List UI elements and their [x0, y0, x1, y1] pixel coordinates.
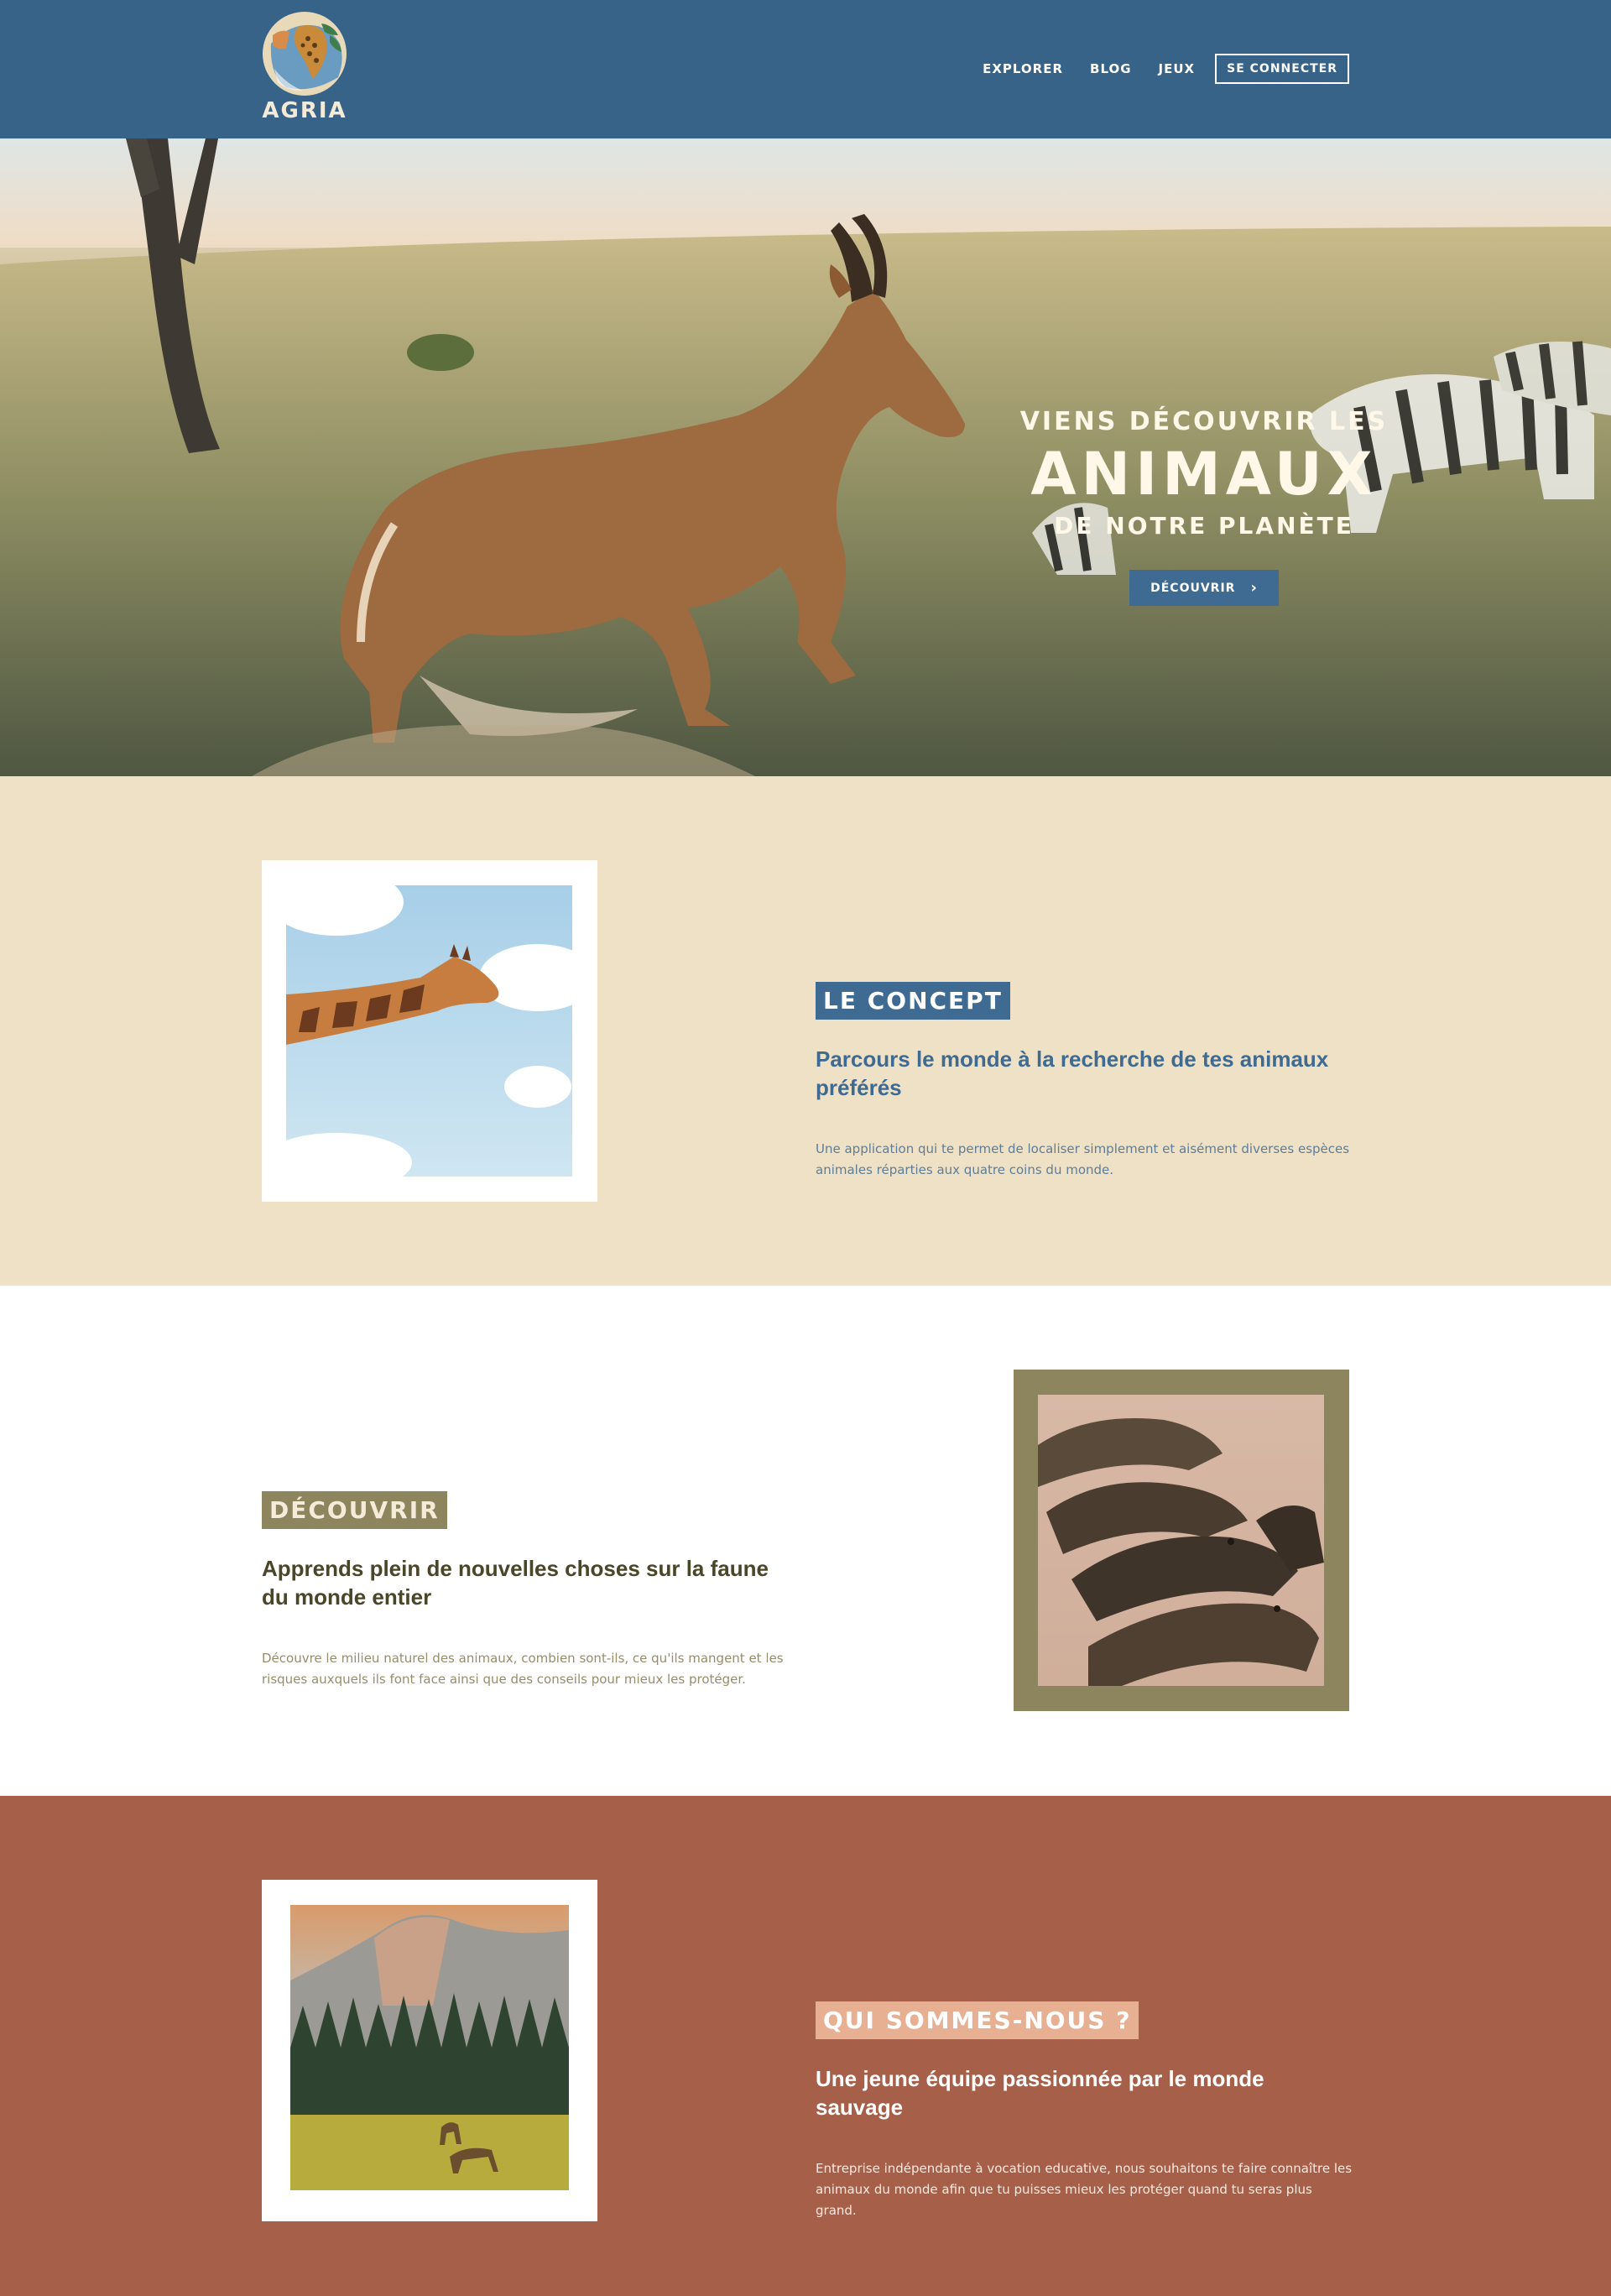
nav-jeux[interactable]: Jeux [1159, 61, 1196, 76]
chevron-right-icon: › [1250, 579, 1258, 597]
login-button[interactable]: Se connecter [1215, 54, 1349, 84]
concept-text-body: Une application qui te permet de localis… [816, 1141, 1350, 1177]
concept-tag: Le concept [816, 982, 1010, 1020]
discover-text: Découvrir Apprends plein de nouvelles ch… [262, 1491, 799, 1690]
discover-section: Découvrir Apprends plein de nouvelles ch… [0, 1286, 1611, 1796]
hero-discover-button[interactable]: Découvrir › [1129, 570, 1279, 606]
about-heading: Une jeune équipe passionnée par le monde… [816, 2066, 1264, 2120]
concept-heading: Parcours le monde à la recherche de tes … [816, 1046, 1329, 1100]
about-text-body: Entreprise indépendante à vocation educa… [816, 2161, 1353, 2218]
hero-button-label: Découvrir [1150, 581, 1236, 595]
nav-blog[interactable]: Blog [1090, 61, 1132, 76]
concept-section: Le concept Parcours le monde à la recher… [0, 776, 1611, 1286]
concept-text: Le concept Parcours le monde à la recher… [816, 982, 1353, 1181]
hero-title: Animaux [1030, 440, 1378, 509]
giraffe-photo [286, 885, 572, 1177]
about-image-frame [262, 1880, 597, 2221]
hero-text-block: Viens découvrir les Animaux de notre pla… [1007, 407, 1401, 606]
concept-image-frame [262, 860, 597, 1202]
nav-explorer[interactable]: Explorer [983, 61, 1063, 76]
main-nav: Explorer Blog Jeux Se connecter [956, 54, 1349, 84]
agria-logo[interactable]: AGRIA [261, 10, 348, 128]
hero-line-3: de notre planète [1054, 512, 1354, 540]
hero-line-1: Viens découvrir les [1019, 407, 1389, 436]
discover-tag: Découvrir [262, 1491, 447, 1529]
site-header: AGRIA Explorer Blog Jeux Se connecter [0, 0, 1611, 138]
valley-deer-photo [290, 1905, 569, 2190]
about-text: Qui sommes-nous ? Une jeune équipe passi… [816, 2001, 1353, 2221]
about-tag: Qui sommes-nous ? [816, 2001, 1139, 2039]
logo-wordmark: AGRIA [262, 98, 347, 123]
discover-image-frame [1014, 1370, 1349, 1711]
about-section: Qui sommes-nous ? Une jeune équipe passi… [0, 1796, 1611, 2296]
discover-heading: Apprends plein de nouvelles choses sur l… [262, 1556, 769, 1610]
hero-banner: Viens découvrir les Animaux de notre pla… [0, 138, 1611, 776]
iguanas-photo [1038, 1395, 1324, 1686]
discover-text-body: Découvre le milieu naturel des animaux, … [262, 1651, 784, 1687]
